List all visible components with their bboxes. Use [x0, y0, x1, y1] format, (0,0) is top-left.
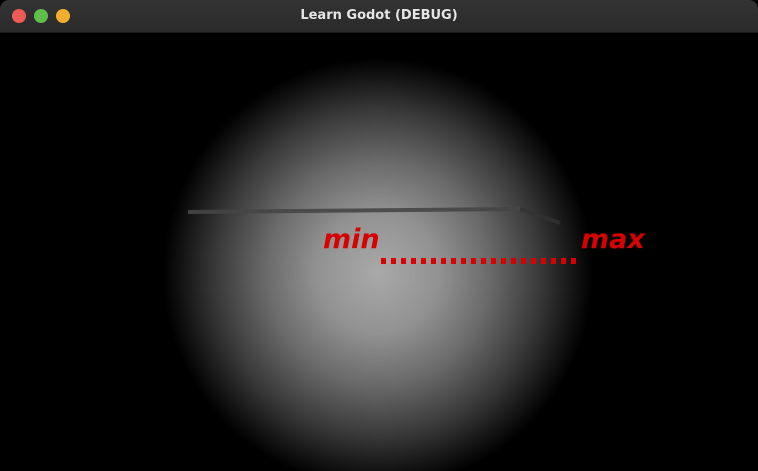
min-label: min — [323, 224, 380, 255]
app-window: Learn Godot (DEBUG) min max — [0, 0, 758, 471]
game-viewport[interactable]: min max — [0, 33, 758, 471]
max-label: max — [581, 224, 645, 255]
window-title: Learn Godot (DEBUG) — [300, 8, 458, 23]
title-bar[interactable]: Learn Godot (DEBUG) — [0, 0, 758, 33]
dotted-range-line — [381, 258, 581, 264]
